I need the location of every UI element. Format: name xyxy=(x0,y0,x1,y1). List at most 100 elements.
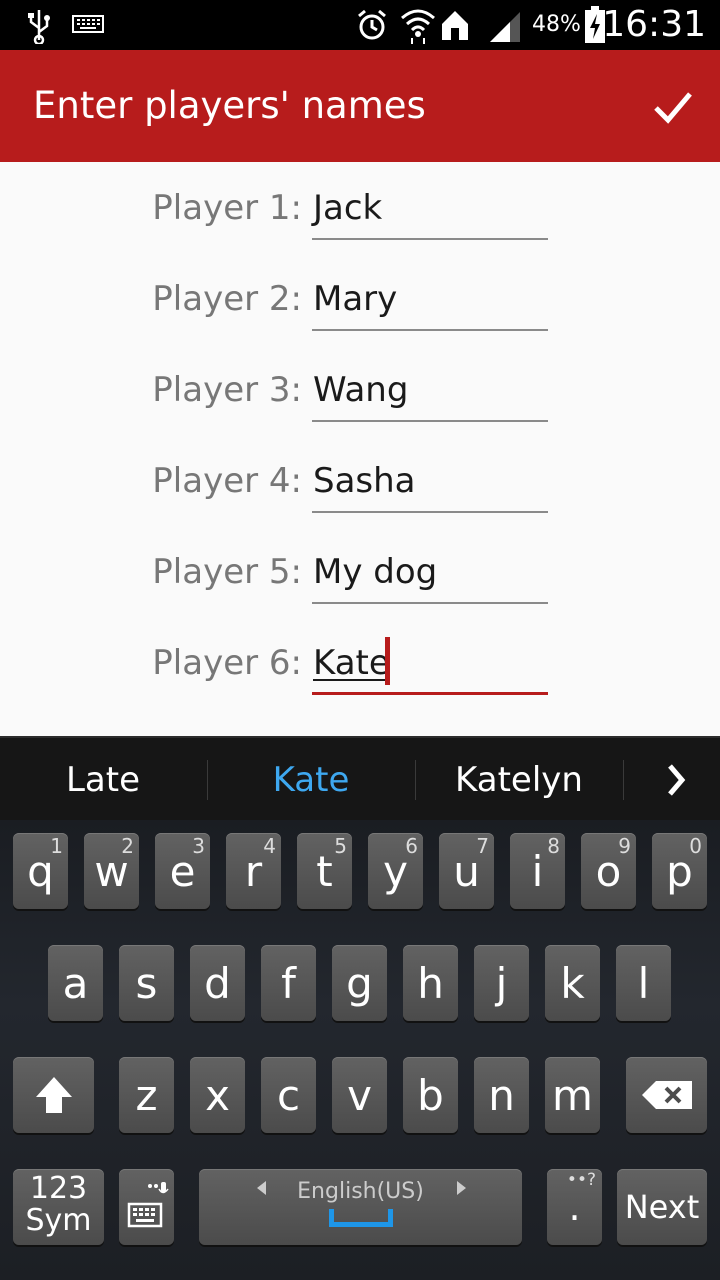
key-label: h xyxy=(417,959,444,1008)
symbols-key-label: 123 Sym xyxy=(13,1169,104,1237)
player-6-input[interactable]: Kate xyxy=(312,635,548,695)
keyboard-settings-content xyxy=(119,1169,174,1245)
key-y[interactable]: 6y xyxy=(368,833,423,909)
player-label: Player 4: xyxy=(152,461,302,501)
key-b[interactable]: b xyxy=(403,1057,458,1133)
wifi-icon xyxy=(401,9,435,44)
key-label: i xyxy=(531,847,544,896)
key-e[interactable]: 3e xyxy=(155,833,210,909)
key-label: j xyxy=(495,959,508,1008)
key-label: w xyxy=(94,847,129,896)
key-i[interactable]: 8i xyxy=(510,833,565,909)
key-z[interactable]: z xyxy=(119,1057,174,1133)
key-label: p xyxy=(666,847,693,896)
player-label: Player 2: xyxy=(152,279,302,319)
status-bar: 48% 16:31 xyxy=(0,0,720,50)
shift-key-content xyxy=(13,1057,94,1133)
keyboard: 1q 2w 3e 4r 5t 6y 7u 8i 9o 0p a s d f g … xyxy=(0,820,720,1280)
key-k[interactable]: k xyxy=(545,945,600,1021)
key-h[interactable]: h xyxy=(403,945,458,1021)
shift-key[interactable] xyxy=(13,1057,94,1133)
backspace-key[interactable] xyxy=(626,1057,707,1133)
player-row-4: Player 4: Sasha xyxy=(0,453,720,523)
suggestion-item[interactable]: Katelyn xyxy=(416,760,622,800)
keyboard-notification-icon xyxy=(72,15,104,33)
space-bar-icon xyxy=(329,1209,393,1227)
next-key-content: Next xyxy=(617,1169,707,1245)
symbols-key[interactable]: 123 Sym xyxy=(13,1169,104,1245)
key-label: x xyxy=(205,1071,230,1120)
key-d[interactable]: d xyxy=(190,945,245,1021)
key-label: o xyxy=(595,847,622,896)
alarm-icon xyxy=(358,9,386,40)
key-p[interactable]: 0p xyxy=(652,833,707,909)
key-label: . xyxy=(568,1185,581,1229)
key-o[interactable]: 9o xyxy=(581,833,636,909)
key-label: z xyxy=(135,1071,158,1120)
backspace-icon xyxy=(641,1081,692,1109)
player-label: Player 3: xyxy=(152,370,302,410)
language-next-icon xyxy=(457,1181,466,1195)
key-label: m xyxy=(552,1071,593,1120)
player-label: Player 1: xyxy=(152,188,302,228)
key-label: l xyxy=(637,959,650,1008)
player-4-input[interactable]: Sasha xyxy=(312,453,548,513)
text-cursor xyxy=(385,637,390,685)
key-label: b xyxy=(417,1071,444,1120)
suggestion-strip: Late Kate Katelyn xyxy=(0,736,720,820)
period-key[interactable]: ••? . xyxy=(547,1169,602,1245)
key-q[interactable]: 1q xyxy=(13,833,68,909)
key-x[interactable]: x xyxy=(190,1057,245,1133)
key-m[interactable]: m xyxy=(545,1057,600,1133)
key-label: k xyxy=(560,959,585,1008)
suggestion-item[interactable]: Late xyxy=(0,760,206,800)
key-l[interactable]: l xyxy=(616,945,671,1021)
key-s[interactable]: s xyxy=(119,945,174,1021)
key-n[interactable]: n xyxy=(474,1057,529,1133)
suggestion-item-highlighted[interactable]: Kate xyxy=(208,760,414,800)
key-label: n xyxy=(488,1071,515,1120)
player-row-3: Player 3: Wang xyxy=(0,362,720,432)
symbols-line-1: 123 xyxy=(29,1171,88,1206)
key-label: c xyxy=(276,1071,301,1120)
player-5-input[interactable]: My dog xyxy=(312,544,548,604)
space-key[interactable]: English(US) xyxy=(199,1169,522,1245)
signal-icon xyxy=(490,12,520,42)
key-label: a xyxy=(62,959,89,1008)
player-2-input[interactable]: Mary xyxy=(312,271,548,331)
check-icon xyxy=(654,92,692,124)
keyboard-settings-key[interactable] xyxy=(119,1169,174,1245)
player-name-value: Wang xyxy=(313,370,409,410)
key-t[interactable]: 5t xyxy=(297,833,352,909)
player-row-2: Player 2: Mary xyxy=(0,271,720,341)
key-label: d xyxy=(204,959,231,1008)
key-r[interactable]: 4r xyxy=(226,833,281,909)
more-suggestions-button[interactable] xyxy=(624,738,720,822)
next-key-label: Next xyxy=(624,1188,700,1226)
next-key[interactable]: Next xyxy=(617,1169,707,1245)
key-f[interactable]: f xyxy=(261,945,316,1021)
key-g[interactable]: g xyxy=(332,945,387,1021)
key-w[interactable]: 2w xyxy=(84,833,139,909)
backspace-key-content xyxy=(626,1057,707,1133)
key-j[interactable]: j xyxy=(474,945,529,1021)
key-v[interactable]: v xyxy=(332,1057,387,1133)
player-name-value: Jack xyxy=(313,188,383,228)
key-label: y xyxy=(383,847,408,896)
action-bar: Enter players' names xyxy=(0,50,720,162)
player-row-5: Player 5: My dog xyxy=(0,544,720,614)
key-label: v xyxy=(347,1071,372,1120)
usb-icon xyxy=(28,10,50,44)
key-u[interactable]: 7u xyxy=(439,833,494,909)
key-label: t xyxy=(316,847,333,896)
player-name-value: Mary xyxy=(313,279,398,319)
confirm-button[interactable] xyxy=(640,80,704,134)
player-3-input[interactable]: Wang xyxy=(312,362,548,422)
chevron-right-icon xyxy=(668,764,686,796)
player-name-value: Kate xyxy=(313,643,390,683)
key-a[interactable]: a xyxy=(48,945,103,1021)
key-c[interactable]: c xyxy=(261,1057,316,1133)
home-icon xyxy=(442,11,468,40)
key-label: r xyxy=(244,847,263,896)
player-1-input[interactable]: Jack xyxy=(312,180,548,240)
